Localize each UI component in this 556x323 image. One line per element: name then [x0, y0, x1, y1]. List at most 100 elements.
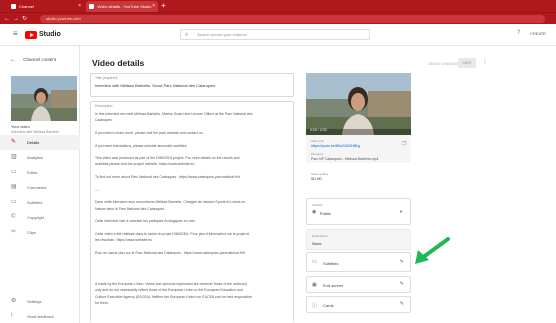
- back-to-content[interactable]: ← Channel content: [10, 57, 56, 63]
- help-icon[interactable]: ?: [517, 30, 520, 36]
- search-icon: ⌕: [185, 32, 189, 38]
- sidebar-item-subtitles[interactable]: ▭ Subtitles: [0, 195, 80, 210]
- edit-pencil-icon[interactable]: ✎: [400, 281, 404, 287]
- video-thumbnail[interactable]: [11, 76, 77, 121]
- close-icon[interactable]: ×: [152, 1, 155, 12]
- reload-icon[interactable]: ↻: [22, 14, 27, 24]
- video-timecode: 0:00 / 2:03: [310, 128, 327, 132]
- browser-tab[interactable]: Channel ×: [8, 1, 84, 12]
- page-title: Video details: [92, 58, 145, 68]
- create-button[interactable]: CREATE: [530, 31, 546, 36]
- description-line: Cette vidéo a été réalisée dans le cadre…: [95, 231, 250, 236]
- end-screen-icon: ▣: [312, 282, 317, 288]
- sidebar-item-label: Copyright: [27, 215, 45, 220]
- visibility-value: Public: [320, 211, 331, 216]
- close-icon[interactable]: ×: [78, 1, 81, 12]
- sidebar-item-label: Send feedback: [27, 314, 54, 319]
- new-tab-icon[interactable]: +: [161, 1, 166, 11]
- description-line: It made by the European Union. Views and…: [95, 282, 248, 287]
- title-field[interactable]: Title (required) Interview with Mélissa …: [90, 73, 294, 97]
- description-line: ----: [95, 187, 100, 192]
- edit-pencil-icon[interactable]: ✎: [400, 301, 404, 307]
- end-screen-row[interactable]: ▣ End screen ✎: [306, 276, 411, 293]
- description-line: les résultats : https://www.website.eu: [95, 238, 153, 242]
- video-subtitle: Interview with Mélissa Barbeito: [11, 130, 60, 134]
- globe-icon: ◉: [312, 209, 317, 215]
- address-text: studio.youtube.com: [46, 16, 81, 21]
- tab-favicon-icon: [89, 4, 94, 9]
- clips-icon: ✂: [11, 229, 17, 235]
- sidebar-item-editor[interactable]: ▭ Editor: [0, 165, 80, 180]
- restrictions-value: None: [312, 241, 322, 246]
- sidebar-item-label: Subtitles: [27, 200, 43, 205]
- address-bar[interactable]: studio.youtube.com: [40, 15, 545, 23]
- browser-tab-active[interactable]: Video details - YouTube Studio ×: [86, 1, 158, 12]
- sidebar-item-copyright[interactable]: © Copyright: [0, 210, 80, 225]
- back-arrow-icon: ←: [10, 57, 16, 63]
- sidebar: ← Channel content Your video Interview w…: [0, 46, 80, 323]
- your-video-label: Your video: [11, 124, 30, 129]
- sidebar-item-label: Settings: [27, 299, 42, 304]
- sidebar-item-label: Editor: [27, 170, 38, 175]
- description-line: This video was produced as part of the D…: [95, 156, 240, 161]
- browser-tab-bar: Channel × Video details - YouTube Studio…: [0, 0, 556, 12]
- sidebar-item-analytics[interactable]: ▥ Analytics: [0, 150, 80, 165]
- back-label: Channel content: [23, 57, 57, 62]
- title-field-value: Interview with Mélissa Barbeito, Scout P…: [95, 83, 216, 88]
- edit-pencil-icon[interactable]: ✎: [400, 259, 404, 265]
- editor-icon: ▭: [11, 169, 17, 175]
- subtitles-label: Subtitles: [323, 261, 339, 266]
- tab-title: Channel: [19, 4, 34, 9]
- back-arrow-icon[interactable]: ←: [4, 14, 10, 24]
- sidebar-item-feedback[interactable]: ! Send feedback: [0, 309, 80, 323]
- description-line: Cette interview vise à valoriser les pra…: [95, 219, 196, 224]
- undo-changes-button[interactable]: UNDO CHANGES: [428, 61, 461, 66]
- description-line: In this interview we meet Mélissa Barbei…: [95, 112, 253, 116]
- subtitles-icon: ▭: [11, 199, 17, 205]
- sidebar-item-settings[interactable]: ⚙ Settings: [0, 294, 80, 309]
- video-quality-label: Video quality: [311, 172, 329, 176]
- title-field-label: Title (required): [95, 76, 118, 80]
- studio-header: ≡ Studio ⌕ Search across your channel ? …: [0, 24, 556, 46]
- sidebar-item-comments[interactable]: ▤ Comments: [0, 180, 80, 195]
- visibility-select[interactable]: Visibility ◉ Public ▼: [306, 198, 411, 225]
- comments-icon: ▤: [11, 184, 17, 190]
- more-options-icon[interactable]: ⋮: [482, 58, 488, 65]
- description-line: If you wish to learn more, please visit …: [95, 130, 204, 135]
- description-field[interactable]: Description In this interview we meet Mé…: [90, 101, 294, 323]
- description-line: for them.: [95, 301, 109, 305]
- subtitles-row[interactable]: ▭ Subtitles ✎: [306, 252, 411, 272]
- annotation-arrow-icon: [415, 237, 450, 264]
- end-screen-label: End screen: [323, 283, 344, 288]
- subtitles-icon: ▭: [312, 259, 317, 265]
- sidebar-item-details[interactable]: ✎ Details: [0, 135, 80, 150]
- description-line: Nature dans le Parc National des Calanqu…: [95, 206, 166, 211]
- menu-icon[interactable]: ≡: [13, 29, 18, 38]
- cards-label: Cards: [323, 303, 334, 308]
- video-quality-value: SD HD: [311, 177, 322, 181]
- tab-favicon-icon: [11, 4, 16, 9]
- search-input[interactable]: ⌕ Search across your channel: [180, 29, 370, 40]
- cards-row[interactable]: ⓘ Cards ✎: [306, 296, 411, 313]
- video-preview-player[interactable]: [306, 73, 411, 135]
- pencil-icon: ✎: [11, 139, 17, 145]
- description-line: only and do not necessarily reflect thos…: [95, 288, 243, 293]
- browser-url-bar: ← → ↻ studio.youtube.com: [0, 12, 556, 24]
- copy-icon[interactable]: ❐: [402, 141, 406, 147]
- sidebar-item-label: Analytics: [27, 155, 44, 160]
- sidebar-item-label: Clips: [27, 230, 36, 235]
- visibility-label: Visibility: [312, 203, 323, 207]
- video-link[interactable]: https://youtu.be/8KsGC63H8Kg: [311, 144, 360, 148]
- restrictions-field: Restrictions None: [306, 229, 411, 250]
- sidebar-item-clips[interactable]: ✂ Clips: [0, 225, 80, 240]
- description-line: Culture Executive Agency (EACEA). Neithe…: [95, 294, 253, 299]
- gear-icon: ⚙: [11, 298, 17, 304]
- search-placeholder: Search across your channel: [197, 32, 247, 37]
- cards-icon: ⓘ: [312, 303, 318, 309]
- sidebar-item-label: Comments: [27, 185, 47, 190]
- save-button[interactable]: SAVE: [458, 58, 476, 68]
- youtube-logo-icon[interactable]: [25, 31, 37, 39]
- forward-arrow-icon[interactable]: →: [13, 14, 19, 24]
- description-line: Pour en savoir plus sur le Parc National…: [95, 250, 245, 255]
- description-line: Dans cette interview nous rencontrons Mé…: [95, 200, 246, 205]
